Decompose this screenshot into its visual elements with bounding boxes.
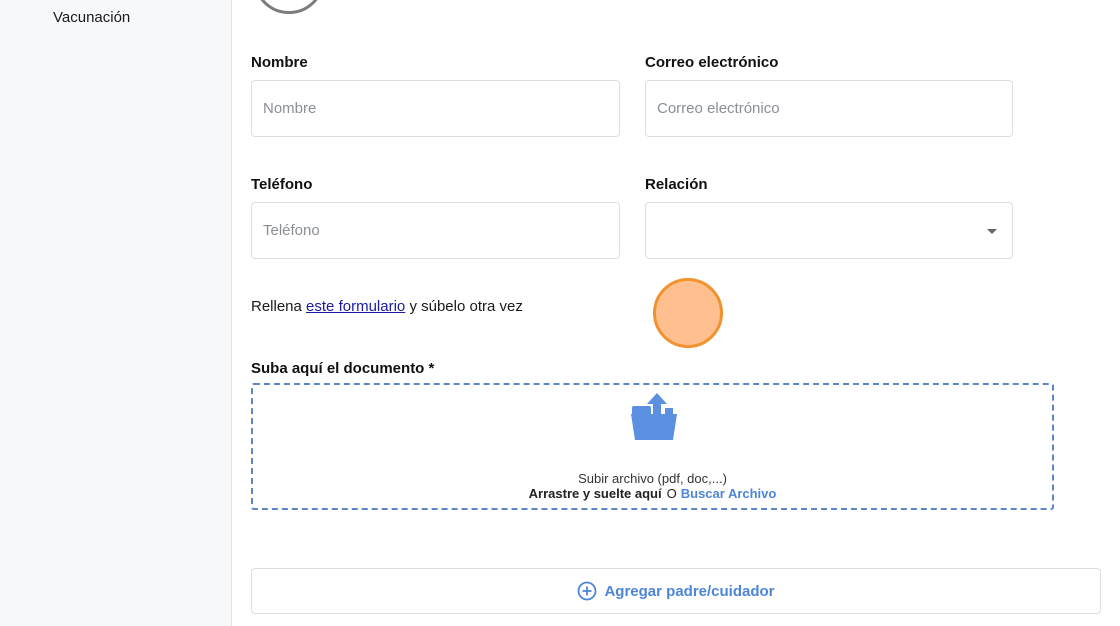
browse-file-link[interactable]: Buscar Archivo: [681, 486, 777, 501]
add-guardian-button[interactable]: Agregar padre/cuidador: [251, 568, 1101, 614]
avatar[interactable]: [253, 0, 325, 14]
helper-text: Rellena este formulario y súbelo otra ve…: [251, 298, 523, 315]
chevron-down-icon: [987, 229, 997, 234]
name-input[interactable]: [251, 80, 620, 137]
relation-label: Relación: [645, 176, 708, 193]
phone-input[interactable]: [251, 202, 620, 259]
add-guardian-label: Agregar padre/cuidador: [604, 582, 775, 600]
email-label: Correo electrónico: [645, 54, 779, 71]
or-text: O: [666, 486, 677, 501]
name-label: Nombre: [251, 54, 308, 71]
helper-suffix: y súbelo otra vez: [409, 298, 523, 315]
sidebar-item-vacunacion[interactable]: Vacunación: [53, 9, 130, 26]
phone-label: Teléfono: [251, 176, 313, 193]
drag-drop-text: Arrastre y suelte aquí: [528, 486, 662, 501]
form-download-link[interactable]: este formulario: [306, 298, 405, 315]
helper-prefix: Rellena: [251, 298, 302, 315]
upload-instructions: Arrastre y suelte aquí O Buscar Archivo: [253, 486, 1052, 501]
upload-hint: Subir archivo (pdf, doc,...): [578, 471, 727, 486]
upload-dropzone[interactable]: Subir archivo (pdf, doc,...) Arrastre y …: [251, 383, 1054, 510]
sidebar: Vacunación: [0, 0, 232, 626]
folder-upload-icon: [631, 393, 677, 440]
email-input[interactable]: [645, 80, 1013, 137]
upload-label: Suba aquí el documento *: [251, 360, 435, 377]
relation-select[interactable]: [645, 202, 1013, 259]
plus-circle-icon: [578, 581, 597, 601]
cursor-indicator: [653, 278, 723, 348]
